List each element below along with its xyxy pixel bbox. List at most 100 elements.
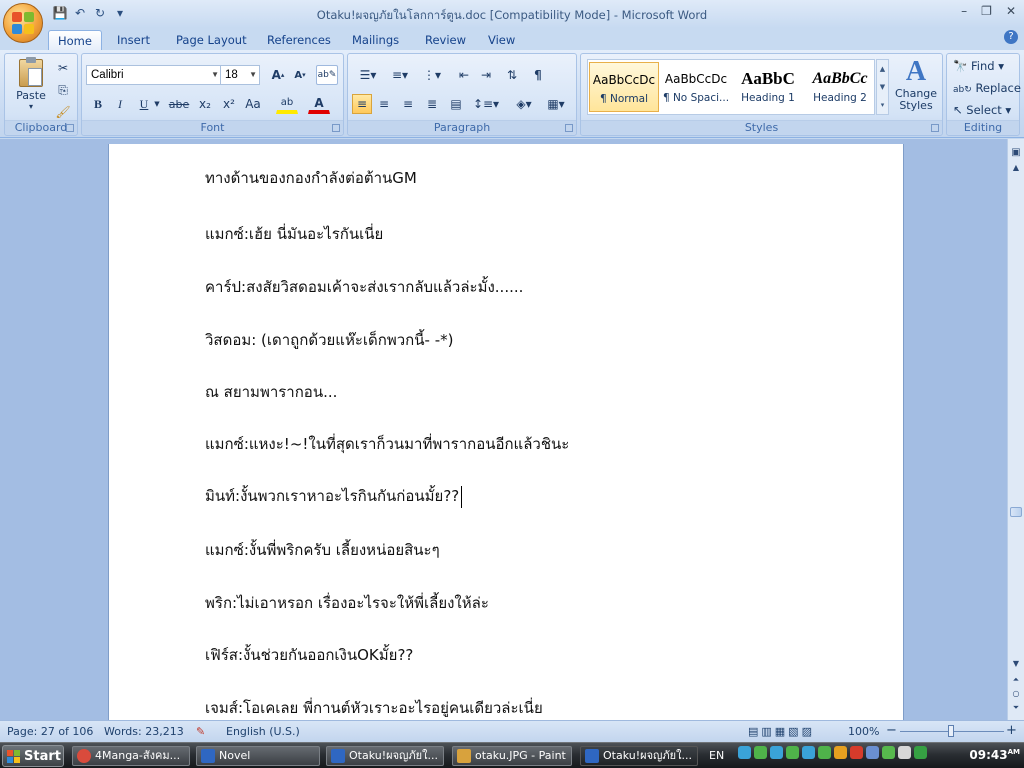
style-heading-2[interactable]: AaBbCc Heading 2 bbox=[805, 62, 875, 112]
underline-dropdown-icon[interactable]: ▼ bbox=[153, 94, 161, 114]
scroll-up-icon[interactable]: ▲ bbox=[1008, 163, 1024, 172]
multilevel-list-button[interactable]: ⋮▾ bbox=[418, 65, 446, 85]
tab-mailings[interactable]: Mailings bbox=[343, 30, 408, 50]
paragraph[interactable]: เจมส์:โอเคเลย พี่กานต์หัวเราะอะไรอยู่คนเ… bbox=[205, 696, 543, 720]
shrink-font-button[interactable]: A ▾ bbox=[290, 65, 310, 85]
office-button[interactable] bbox=[3, 3, 43, 43]
font-launcher-icon[interactable] bbox=[332, 124, 340, 132]
paragraph[interactable]: ทางด้านของกองกำลังต่อต้านGM bbox=[205, 166, 417, 190]
select-button[interactable]: ↖ Select ▾ bbox=[953, 103, 1011, 117]
styles-launcher-icon[interactable] bbox=[931, 124, 939, 132]
word-count[interactable]: Words: 23,213 bbox=[104, 725, 184, 738]
help-icon[interactable]: ? bbox=[1004, 30, 1018, 44]
tab-page-layout[interactable]: Page Layout bbox=[167, 30, 256, 50]
paragraph[interactable]: เฟิร์ส:งั้นช่วยกันออกเงินOKมั้ย?? bbox=[205, 643, 413, 667]
messenger-icon[interactable] bbox=[754, 746, 767, 759]
line-spacing-button[interactable]: ↕≡▾ bbox=[472, 94, 500, 114]
paste-button[interactable]: Paste ▾ bbox=[10, 57, 52, 117]
start-button[interactable]: Start bbox=[2, 745, 64, 767]
subscript-button[interactable]: x₂ bbox=[194, 94, 216, 114]
messenger-icon[interactable] bbox=[802, 746, 815, 759]
paragraph-with-cursor[interactable]: มินท์:งั้นพวกเราหาอะไรกินกันก่อนมั้ย?? bbox=[205, 484, 463, 508]
change-case-button[interactable]: Aa bbox=[242, 94, 264, 114]
scroll-down-icon[interactable]: ▼ bbox=[1008, 659, 1024, 668]
volume-icon[interactable] bbox=[898, 746, 911, 759]
ruler-toggle-icon[interactable]: ▣ bbox=[1008, 147, 1024, 158]
paragraph[interactable]: แมกซ์:เฮ้ย นี่มันอะไรกันเนี่ย bbox=[205, 222, 383, 246]
align-right-icon[interactable]: ≡ bbox=[398, 94, 418, 114]
copy-icon[interactable]: ⎘ bbox=[53, 80, 73, 100]
underline-button[interactable]: U bbox=[134, 94, 154, 114]
numbering-button[interactable]: ≡▾ bbox=[386, 65, 414, 85]
bold-button[interactable]: B bbox=[88, 94, 108, 114]
messenger-icon[interactable] bbox=[770, 746, 783, 759]
paragraph[interactable]: แมกซ์:แหงะ!~!ในที่สุดเราก็วนมาที่พารากอน… bbox=[205, 432, 569, 456]
show-formatting-icon[interactable]: ¶ bbox=[528, 65, 548, 85]
zoom-out-icon[interactable]: − bbox=[886, 723, 897, 738]
styles-scroll[interactable]: ▲ ▼ ▾ bbox=[876, 59, 889, 115]
document-page[interactable]: ทางด้านของกองกำลังต่อต้านGM แมกซ์:เฮ้ย น… bbox=[108, 144, 904, 720]
font-name-combo[interactable]: Calibri ▼ bbox=[86, 65, 222, 85]
tab-insert[interactable]: Insert bbox=[108, 30, 159, 50]
messenger-icon[interactable] bbox=[818, 746, 831, 759]
messenger-icon[interactable] bbox=[786, 746, 799, 759]
next-page-icon[interactable]: ⏷ bbox=[1008, 703, 1024, 713]
zoom-slider-handle[interactable] bbox=[948, 725, 954, 737]
style-normal[interactable]: AaBbCcDc ¶ Normal bbox=[589, 62, 659, 112]
clipboard-launcher-icon[interactable] bbox=[66, 124, 74, 132]
italic-button[interactable]: I bbox=[110, 94, 130, 114]
replace-button[interactable]: ab↻ Replace bbox=[953, 81, 1021, 95]
tab-home[interactable]: Home bbox=[48, 30, 102, 50]
taskbar-item-browser[interactable]: 4Manga-สังคม... bbox=[72, 746, 190, 766]
shading-button[interactable]: ◈▾ bbox=[510, 94, 538, 114]
vertical-scrollbar[interactable]: ▣ ▲ ▼ ⏶ ○ ⏷ bbox=[1007, 139, 1024, 720]
cut-icon[interactable]: ✂ bbox=[53, 58, 73, 78]
grow-font-button[interactable]: A ▴ bbox=[268, 65, 288, 85]
paragraph[interactable]: ณ สยามพารากอน... bbox=[205, 380, 337, 404]
shield-icon[interactable] bbox=[834, 746, 847, 759]
input-language[interactable]: EN bbox=[709, 749, 724, 762]
taskbar-item-word-active[interactable]: Otaku!ผจญภัยใ... bbox=[580, 746, 698, 766]
tab-review[interactable]: Review bbox=[416, 30, 475, 50]
previous-page-icon[interactable]: ⏶ bbox=[1008, 675, 1024, 685]
paragraph[interactable]: คาร์ป:สงสัยวิสดอมเค้าจะส่งเรากลับแล้วล่ะ… bbox=[205, 275, 523, 299]
style-heading-1[interactable]: AaBbC Heading 1 bbox=[733, 62, 803, 112]
clock[interactable]: 09:43AM bbox=[969, 748, 1020, 762]
taskbar-item-word-1[interactable]: Otaku!ผจญภัยใ... bbox=[326, 746, 444, 766]
restore-button[interactable]: ❐ bbox=[981, 4, 992, 18]
proofing-icon[interactable]: ✎ bbox=[196, 725, 205, 738]
style-no-spacing[interactable]: AaBbCcDc ¶ No Spaci... bbox=[661, 62, 731, 112]
page-count[interactable]: Page: 27 of 106 bbox=[7, 725, 93, 738]
strikethrough-button[interactable]: abe bbox=[166, 94, 192, 114]
paragraph[interactable]: แมกซ์:งั้นพี่พริกครับ เลี้ยงหน่อยสินะๆ bbox=[205, 538, 440, 562]
zoom-in-icon[interactable]: + bbox=[1006, 723, 1017, 738]
distributed-icon[interactable]: ▤ bbox=[446, 94, 466, 114]
info-icon[interactable] bbox=[914, 746, 927, 759]
find-button[interactable]: 🔭 Find ▾ bbox=[953, 59, 1004, 73]
superscript-button[interactable]: x² bbox=[218, 94, 240, 114]
close-button[interactable]: ✕ bbox=[1006, 4, 1016, 18]
taskbar-item-paint[interactable]: otaku.JPG - Paint bbox=[452, 746, 572, 766]
select-browse-object-icon[interactable]: ○ bbox=[1008, 689, 1024, 698]
align-center-icon[interactable]: ≡ bbox=[374, 94, 394, 114]
taskbar-item-novel[interactable]: Novel bbox=[196, 746, 320, 766]
paragraph[interactable]: พริก:ไม่เอาหรอก เรื่องอะไรจะให้พี่เลี้ยง… bbox=[205, 591, 489, 615]
paragraph-launcher-icon[interactable] bbox=[565, 124, 573, 132]
font-color-button[interactable]: A bbox=[308, 94, 330, 114]
scroll-thumb[interactable] bbox=[1010, 507, 1022, 517]
increase-indent-icon[interactable]: ⇥ bbox=[476, 65, 496, 85]
language-indicator[interactable]: English (U.S.) bbox=[226, 725, 300, 738]
messenger-icon[interactable] bbox=[738, 746, 751, 759]
justify-icon[interactable]: ≣ bbox=[422, 94, 442, 114]
decrease-indent-icon[interactable]: ⇤ bbox=[454, 65, 474, 85]
change-styles-button[interactable]: A Change Styles bbox=[893, 56, 939, 120]
highlight-button[interactable]: ab bbox=[276, 94, 298, 114]
font-size-combo[interactable]: 18 ▼ bbox=[220, 65, 260, 85]
tab-references[interactable]: References bbox=[258, 30, 340, 50]
minimize-button[interactable]: – bbox=[961, 4, 967, 18]
antivirus-icon[interactable] bbox=[850, 746, 863, 759]
align-left-icon[interactable]: ≡ bbox=[352, 94, 372, 114]
borders-button[interactable]: ▦▾ bbox=[542, 94, 570, 114]
update-icon[interactable] bbox=[882, 746, 895, 759]
format-painter-icon[interactable]: 🖌 bbox=[53, 102, 73, 122]
